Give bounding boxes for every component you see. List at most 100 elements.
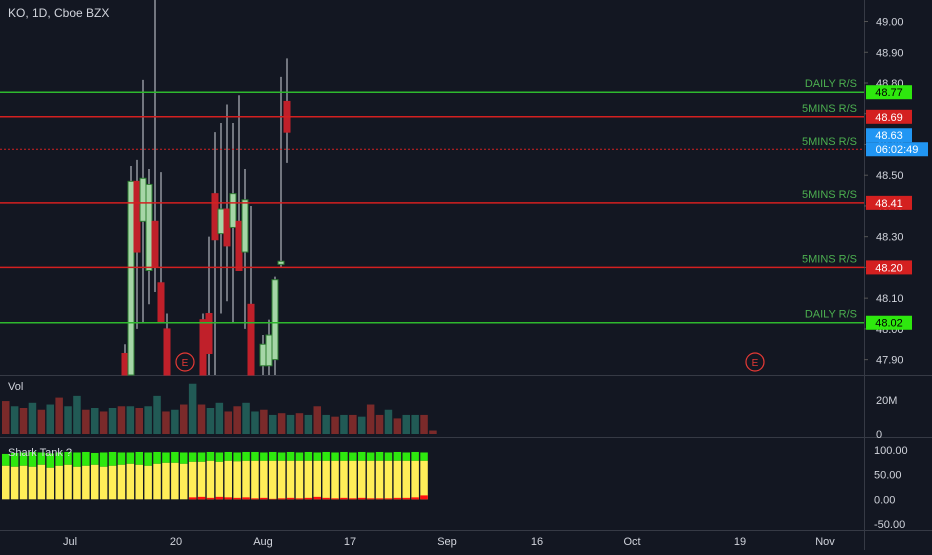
shark-yellow-bar: [136, 465, 144, 500]
shark-yellow-bar: [162, 463, 170, 500]
shark-yellow-bar: [376, 461, 384, 499]
level-label: 5MINS R/S: [802, 189, 857, 201]
shark-green-bar: [91, 453, 99, 465]
shark-yellow-bar: [127, 464, 135, 500]
shark-green-bar: [340, 452, 348, 461]
level-label: 5MINS R/S: [802, 253, 857, 265]
volume-bar: [340, 415, 348, 434]
shark-red-bar: [340, 498, 348, 499]
shark-yellow-bar: [233, 461, 241, 499]
shark-yellow-bar: [38, 465, 46, 500]
volume-bar: [127, 406, 135, 434]
volume-bar: [349, 415, 357, 434]
price-tag-text: 48.02: [875, 318, 903, 330]
shark-green-bar: [109, 452, 117, 466]
shark-green-bar: [287, 452, 295, 461]
volume-bar: [100, 411, 108, 434]
shark-yellow-bar: [91, 465, 99, 500]
shark-pane-label: Shark Tank ?: [8, 447, 72, 459]
shark-yellow-bar: [189, 462, 197, 499]
shark-yellow-bar: [385, 461, 393, 499]
volume-bar: [331, 417, 339, 434]
shark-green-bar: [242, 452, 250, 461]
shark-red-bar: [287, 498, 295, 499]
shark-green-bar: [420, 452, 428, 460]
shark-red-bar: [189, 497, 197, 499]
shark-yellow-bar: [29, 467, 37, 500]
earnings-marker-label: E: [752, 358, 759, 369]
volume-bar: [394, 418, 402, 434]
volume-bar: [153, 396, 161, 434]
time-axis-label: Jul: [63, 536, 77, 548]
shark-green-bar: [376, 452, 384, 461]
shark-green-bar: [136, 452, 144, 465]
shark-yellow-bar: [109, 466, 117, 500]
time-axis-label: Oct: [623, 536, 640, 548]
volume-bar: [198, 405, 206, 434]
symbol-title[interactable]: KO, 1D, Cboe BZX: [8, 6, 109, 20]
shark-yellow-bar: [2, 466, 10, 500]
volume-pane-label: Vol: [8, 381, 23, 393]
shark-green-bar: [411, 452, 419, 461]
shark-yellow-bar: [349, 461, 357, 499]
volume-bar: [242, 403, 250, 434]
shark-yellow-bar: [216, 462, 224, 499]
shark-yellow-bar: [260, 461, 268, 499]
shark-green-bar: [144, 452, 152, 465]
candle-body: [224, 209, 230, 246]
shark-yellow-bar: [207, 461, 215, 499]
shark-red-bar: [394, 498, 402, 499]
shark-yellow-bar: [420, 461, 428, 499]
volume-bar: [385, 410, 393, 434]
volume-bar: [47, 405, 55, 434]
time-axis-label: Sep: [437, 536, 457, 548]
shark-red-bar: [216, 497, 224, 499]
time-axis-label: Aug: [253, 536, 273, 548]
volume-bar: [358, 417, 366, 434]
volume-bar: [189, 384, 197, 434]
time-axis-label: Nov: [815, 536, 835, 548]
shark-red-bar: [207, 498, 215, 499]
price-tick-label: 49.00: [876, 17, 904, 29]
shark-green-bar: [331, 452, 339, 460]
candle-body: [260, 344, 266, 366]
shark-yellow-bar: [287, 461, 295, 499]
shark-green-bar: [251, 452, 259, 461]
shark-yellow-bar: [47, 468, 55, 500]
shark-yellow-bar: [411, 461, 419, 499]
shark-green-bar: [296, 452, 304, 460]
shark-red-bar: [367, 498, 375, 499]
volume-tick-label: 20M: [876, 395, 897, 407]
shark-red-bar: [411, 497, 419, 499]
volume-bar: [305, 415, 313, 434]
volume-bar: [91, 408, 99, 434]
shark-green-bar: [233, 452, 241, 461]
shark-red-bar: [260, 498, 268, 499]
volume-bar: [376, 415, 384, 434]
candle-body: [248, 304, 254, 375]
shark-tick-label: -50.00: [874, 519, 905, 531]
candle-body: [146, 184, 152, 270]
shark-green-bar: [100, 452, 108, 466]
level-label: 5MINS R/S: [802, 103, 857, 115]
price-tag-text: 48.69: [875, 112, 903, 124]
shark-yellow-bar: [73, 467, 81, 500]
shark-tick-label: 0.00: [874, 494, 895, 506]
earnings-marker-label: E: [182, 358, 189, 369]
chart-canvas[interactable]: 49.0048.9048.8048.7048.6048.5048.4048.30…: [0, 0, 932, 550]
candle-body: [242, 200, 248, 252]
chart-workspace[interactable]: 49.0048.9048.8048.7048.6048.5048.4048.30…: [0, 0, 932, 550]
shark-yellow-bar: [100, 467, 108, 500]
shark-yellow-bar: [55, 466, 63, 500]
volume-bar: [109, 408, 117, 434]
shark-yellow-bar: [403, 461, 411, 499]
shark-yellow-bar: [242, 461, 250, 499]
volume-bar: [55, 398, 63, 434]
candle-body: [200, 320, 206, 375]
shark-green-bar: [189, 452, 197, 461]
volume-bar: [403, 415, 411, 434]
shark-red-bar: [376, 498, 384, 499]
shark-red-bar: [403, 498, 411, 499]
shark-green-bar: [82, 452, 90, 466]
candle-body: [278, 261, 284, 264]
